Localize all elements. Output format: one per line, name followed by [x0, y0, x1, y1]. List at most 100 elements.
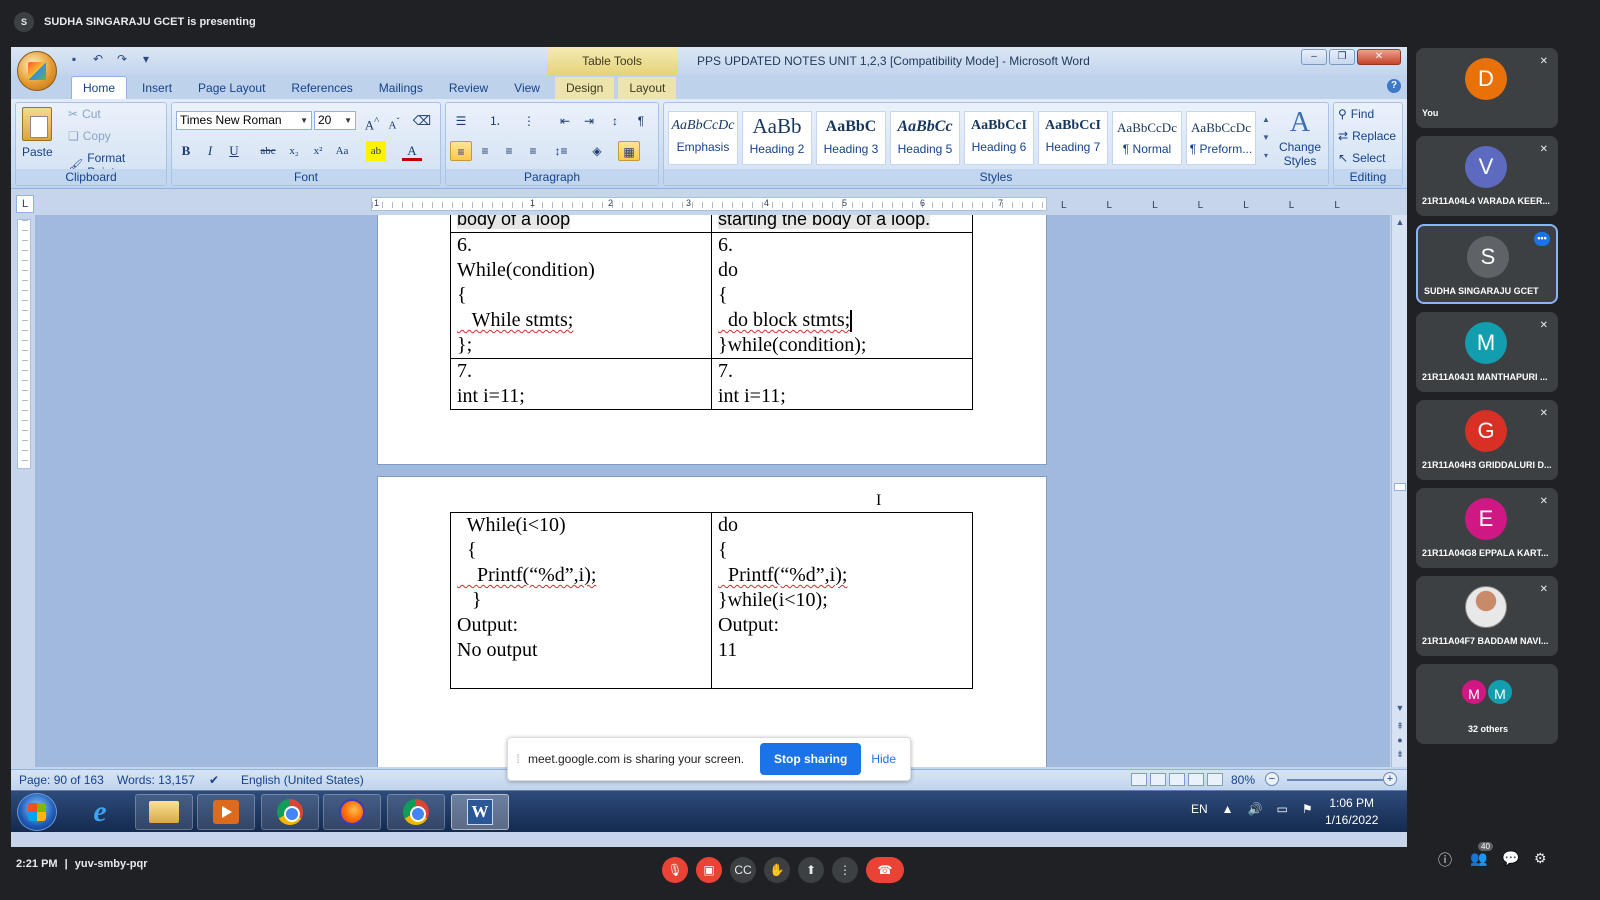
table-cell[interactable]: 7. int i=11; — [450, 358, 712, 410]
meeting-info-icon[interactable]: ⓘ — [1438, 850, 1452, 870]
browse-object-icon[interactable]: ● — [1392, 735, 1407, 745]
align-right-icon[interactable]: ≡ — [498, 141, 520, 161]
raise-hand-button[interactable]: ✋ — [764, 857, 790, 883]
table-cell[interactable]: body of a loop — [450, 215, 712, 233]
change-case-button[interactable]: Aa — [332, 141, 352, 161]
chrome-button[interactable] — [261, 794, 319, 830]
participant-tile[interactable]: V ✕ 21R11A04L4 VARADA KEER... — [1416, 136, 1558, 216]
bold-button[interactable]: B — [176, 141, 196, 161]
firefox-button[interactable] — [323, 794, 381, 830]
print-layout-icon[interactable] — [1131, 773, 1147, 786]
table-cell[interactable]: 6. do { do block stmts;}while(condition); — [711, 232, 973, 359]
highlight-icon[interactable]: ab — [366, 141, 386, 161]
zoom-out-icon[interactable]: − — [1265, 772, 1279, 786]
mic-off-button[interactable]: 🎙 — [662, 857, 688, 883]
web-layout-icon[interactable] — [1169, 773, 1185, 786]
participant-tile-presenter[interactable]: S ••• SUDHA SINGARAJU GCET — [1416, 224, 1558, 304]
people-button[interactable]: 👥 40 — [1470, 842, 1493, 867]
style-heading-7[interactable]: AaBbCcI Heading 7 — [1038, 111, 1108, 165]
show-marks-icon[interactable]: ¶ — [630, 111, 652, 131]
table-cell[interactable]: While(i<10) { Printf(“%d”,i); } Output: No… — [450, 512, 712, 689]
help-icon[interactable]: ? — [1387, 79, 1401, 93]
scroll-down-icon[interactable]: ▼ — [1392, 703, 1407, 713]
proofing-icon[interactable]: ✔ — [209, 773, 219, 787]
select-button[interactable]: ↖ Select — [1338, 151, 1385, 165]
align-left-icon[interactable]: ≡ — [450, 141, 472, 161]
restore-button[interactable]: ❐ — [1329, 49, 1355, 65]
activities-icon[interactable]: ⚙ — [1534, 850, 1547, 867]
more-options-icon[interactable]: ••• — [1534, 232, 1550, 246]
multilevel-list-icon[interactable]: ⋮ — [518, 111, 540, 131]
tab-view[interactable]: View — [503, 77, 551, 99]
comparison-table[interactable]: While(i<10) { Printf(“%d”,i); } Output: No… — [450, 512, 973, 689]
close-button[interactable]: ✕ — [1357, 49, 1401, 65]
style-normal[interactable]: AaBbCcDc ¶ Normal — [1112, 111, 1182, 165]
scroll-up-icon[interactable]: ▲ — [1392, 217, 1407, 227]
page-count[interactable]: Page: 90 of 163 — [19, 773, 104, 787]
internet-explorer-button[interactable]: e — [71, 794, 129, 830]
style-emphasis[interactable]: AaBbCcDc Emphasis — [668, 111, 738, 165]
zoom-level[interactable]: 80% — [1231, 773, 1255, 787]
table-cell[interactable]: starting the body of a loop. — [711, 215, 973, 233]
language-indicator[interactable]: EN — [1191, 802, 1208, 816]
full-screen-reading-icon[interactable] — [1150, 773, 1166, 786]
start-button[interactable] — [17, 793, 57, 831]
style-heading-3[interactable]: AaBbC Heading 3 — [816, 111, 886, 165]
participant-tile[interactable]: E ✕ 21R11A04G8 EPPALA KART... — [1416, 488, 1558, 568]
style-heading-6[interactable]: AaBbCcI Heading 6 — [964, 111, 1034, 165]
meeting-details[interactable]: 2:21 PM | yuv-smby-pqr — [16, 858, 148, 870]
stop-sharing-button[interactable]: Stop sharing — [760, 743, 862, 775]
document-area[interactable]: body of a loop starting the body of a lo… — [35, 215, 1390, 767]
tab-selector[interactable]: L — [16, 195, 34, 213]
sort-icon[interactable]: ↕ — [604, 111, 626, 131]
subscript-button[interactable]: x₂ — [284, 141, 304, 161]
previous-page-icon[interactable]: ⇞ — [1392, 721, 1407, 732]
language-status[interactable]: English (United States) — [241, 773, 364, 787]
participant-tile[interactable]: D ✕ You — [1416, 48, 1558, 128]
tab-home[interactable]: Home — [71, 76, 128, 99]
zoom-slider[interactable] — [1287, 779, 1383, 781]
horizontal-ruler[interactable]: 1 1 2 3 4 5 6 7 — [371, 197, 1047, 211]
word-taskbar-button[interactable]: W — [451, 794, 509, 830]
tab-layout[interactable]: Layout — [618, 77, 677, 99]
undo-icon[interactable]: ↶ — [91, 52, 105, 66]
outline-icon[interactable] — [1188, 773, 1204, 786]
superscript-button[interactable]: x² — [308, 141, 328, 161]
comparison-table[interactable]: body of a loop starting the body of a lo… — [450, 215, 973, 410]
media-player-button[interactable] — [197, 794, 255, 830]
table-cell[interactable]: 6. While(condition) { While stmts;}; — [450, 232, 712, 359]
zoom-in-icon[interactable]: + — [1383, 772, 1397, 786]
show-hidden-icons-icon[interactable]: ▲ — [1222, 802, 1234, 816]
style-preformatted[interactable]: AaBbCcDc ¶ Preform... — [1186, 111, 1256, 165]
participant-tile[interactable]: M ✕ 21R11A04J1 MANTHAPURI ... — [1416, 312, 1558, 392]
drag-handle-icon[interactable]: ⁞ — [508, 752, 528, 766]
copy-button[interactable]: ❏ Copy — [68, 129, 111, 143]
tab-references[interactable]: References — [280, 77, 363, 99]
font-name-combo[interactable]: Times New Roman ▼ — [176, 111, 312, 130]
document-page[interactable]: body of a loop starting the body of a lo… — [377, 215, 1047, 465]
tab-design[interactable]: Design — [554, 77, 615, 99]
align-center-icon[interactable]: ≡ — [474, 141, 496, 161]
decrease-indent-icon[interactable]: ⇤ — [554, 111, 576, 131]
shading-icon[interactable]: ◈ — [586, 141, 608, 161]
customize-qat-icon[interactable]: ▾ — [139, 52, 153, 66]
font-color-icon[interactable]: A — [402, 141, 422, 161]
participant-tile[interactable]: ✕ 21R11A04F7 BADDAM NAVI... — [1416, 576, 1558, 656]
table-cell[interactable]: 7. int i=11; — [711, 358, 973, 410]
draft-icon[interactable] — [1207, 773, 1223, 786]
justify-icon[interactable]: ≡ — [522, 141, 544, 161]
next-page-icon[interactable]: ⇟ — [1392, 749, 1407, 760]
borders-icon[interactable]: ▦ — [618, 141, 640, 161]
minimize-button[interactable]: – — [1301, 49, 1327, 65]
table-cell[interactable]: do { Printf(“%d”,i);}while(i<10); Output: 1… — [711, 512, 973, 689]
styles-scroll[interactable]: ▲ ▼ ▾ — [1260, 111, 1272, 165]
cut-button[interactable]: ✂ Cut — [68, 107, 101, 121]
present-button[interactable]: ⬆ — [798, 857, 824, 883]
tab-mailings[interactable]: Mailings — [368, 77, 434, 99]
style-heading-2[interactable]: AaBb Heading 2 — [742, 111, 812, 165]
word-count[interactable]: Words: 13,157 — [117, 773, 195, 787]
taskbar-clock[interactable]: 1:06 PM 1/16/2022 — [1325, 795, 1378, 829]
font-size-combo[interactable]: 20 ▼ — [314, 111, 356, 130]
tab-insert[interactable]: Insert — [131, 77, 183, 99]
redo-icon[interactable]: ↷ — [115, 52, 129, 66]
